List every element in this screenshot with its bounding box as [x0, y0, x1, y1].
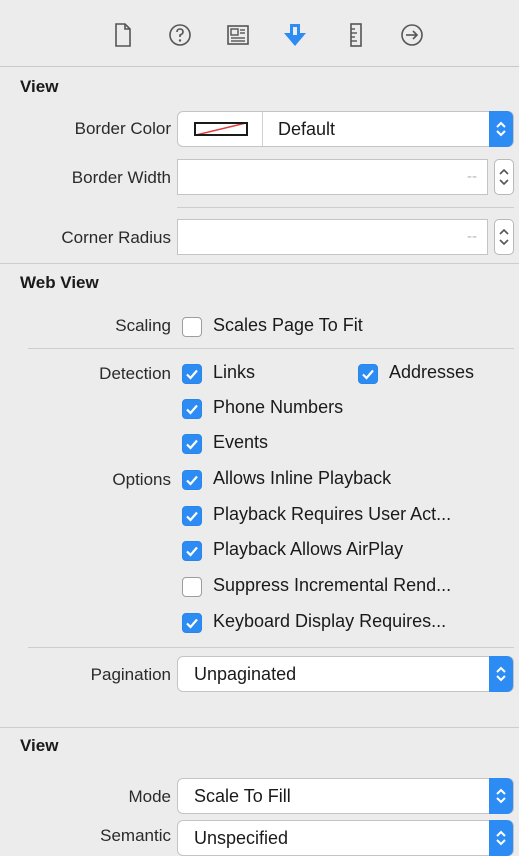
options-label: Options — [112, 470, 171, 489]
allows-inline-playback-label: Allows Inline Playback — [213, 468, 392, 488]
corner-radius-stepper[interactable] — [494, 219, 514, 255]
scales-page-to-fit-label: Scales Page To Fit — [213, 315, 363, 335]
border-width-field[interactable]: -- — [177, 159, 488, 195]
divider — [177, 207, 514, 208]
events-checkbox[interactable] — [182, 434, 202, 454]
pagination-label: Pagination — [90, 665, 171, 684]
border-color-label: Border Color — [74, 119, 171, 138]
border-width-placeholder: -- — [467, 168, 477, 185]
playback-allows-airplay-checkbox[interactable] — [182, 541, 202, 561]
mode-popup[interactable]: Scale To Fill — [177, 778, 514, 814]
section-header-web-view: Web View — [20, 273, 99, 292]
semantic-value: Unspecified — [194, 828, 289, 848]
identity-inspector-icon[interactable] — [225, 22, 251, 48]
pagination-value: Unpaginated — [194, 664, 297, 684]
section-header-view-2: View — [20, 736, 59, 755]
allows-inline-playback-checkbox[interactable] — [182, 470, 202, 490]
links-checkbox[interactable] — [182, 364, 202, 384]
keyboard-display-requires-checkbox[interactable] — [182, 613, 202, 633]
mode-label: Mode — [128, 787, 171, 806]
keyboard-display-requires-label: Keyboard Display Requires... — [213, 611, 447, 631]
checkmark-icon — [362, 369, 374, 380]
swatch-divider — [262, 112, 263, 146]
border-color-value: Default — [278, 119, 336, 139]
section-header-view: View — [20, 77, 59, 96]
border-width-label: Border Width — [71, 168, 171, 187]
scaling-label: Scaling — [115, 316, 171, 335]
suppress-incremental-rendering-checkbox[interactable] — [182, 577, 202, 597]
phone-numbers-label: Phone Numbers — [213, 397, 344, 417]
suppress-incremental-rendering-label: Suppress Incremental Rend... — [213, 575, 452, 595]
popup-arrows-icon — [489, 111, 513, 147]
checkmark-icon — [186, 546, 198, 557]
quick-help-icon[interactable] — [167, 22, 193, 48]
color-swatch — [194, 122, 248, 136]
playback-allows-airplay-label: Playback Allows AirPlay — [213, 539, 404, 559]
popup-arrows-icon — [489, 778, 513, 814]
playback-requires-user-action-checkbox[interactable] — [182, 506, 202, 526]
popup-arrows-icon — [489, 820, 513, 856]
corner-radius-label: Corner Radius — [61, 228, 171, 247]
corner-radius-field[interactable]: -- — [177, 219, 488, 255]
semantic-label: Semantic — [100, 826, 171, 845]
checkmark-icon — [186, 475, 198, 486]
links-label: Links — [213, 362, 256, 382]
inspector-toolbar — [0, 0, 519, 67]
mode-value: Scale To Fill — [194, 786, 291, 806]
border-width-stepper[interactable] — [494, 159, 514, 195]
checkmark-icon — [186, 369, 198, 380]
checkmark-icon — [186, 404, 198, 415]
addresses-label: Addresses — [389, 362, 475, 382]
section-divider — [0, 263, 519, 264]
detection-label: Detection — [99, 364, 171, 383]
corner-radius-placeholder: -- — [467, 228, 477, 245]
file-inspector-icon[interactable] — [110, 22, 136, 48]
semantic-popup[interactable]: Unspecified — [177, 820, 514, 856]
attributes-inspector-icon[interactable] — [282, 22, 308, 48]
playback-requires-user-action-label: Playback Requires User Act... — [213, 504, 452, 524]
connections-inspector-icon[interactable] — [399, 22, 425, 48]
checkmark-icon — [186, 618, 198, 629]
checkmark-icon — [186, 439, 198, 450]
size-inspector-icon[interactable] — [343, 22, 369, 48]
section-divider — [0, 727, 519, 728]
events-label: Events — [213, 432, 269, 452]
border-color-popup[interactable]: Default — [177, 111, 514, 147]
addresses-checkbox[interactable] — [358, 364, 378, 384]
popup-arrows-icon — [489, 656, 513, 692]
scales-page-to-fit-checkbox[interactable] — [182, 317, 202, 337]
divider — [28, 348, 514, 349]
checkmark-icon — [186, 511, 198, 522]
divider — [28, 647, 514, 648]
pagination-popup[interactable]: Unpaginated — [177, 656, 514, 692]
phone-numbers-checkbox[interactable] — [182, 399, 202, 419]
